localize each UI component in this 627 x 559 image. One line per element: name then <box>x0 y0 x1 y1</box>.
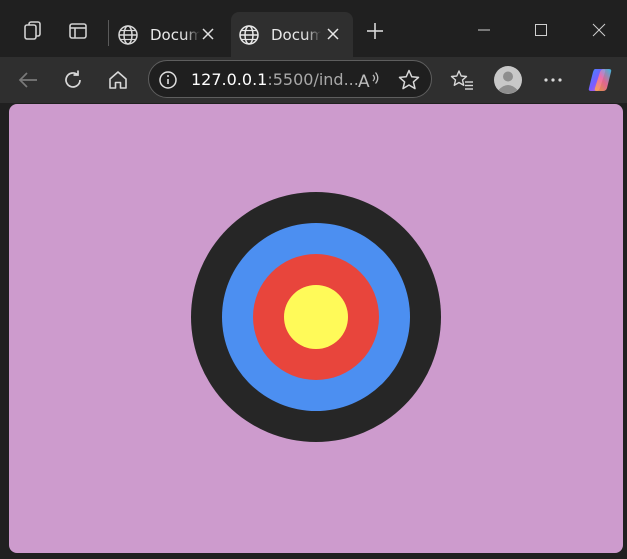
tab-title: Document <box>271 25 321 44</box>
profile-icon[interactable] <box>489 61 527 99</box>
toolbar: 127.0.0.1:5500/ind... A <box>0 57 627 103</box>
maximize-icon[interactable] <box>521 12 561 48</box>
favorites-icon[interactable] <box>443 61 481 99</box>
copilot-icon[interactable] <box>581 61 619 99</box>
tab-document-1[interactable]: Document <box>110 12 228 57</box>
minimize-icon[interactable] <box>464 12 504 48</box>
url-path: :5500/ind... <box>267 70 359 89</box>
page-viewport <box>9 104 623 553</box>
tab-divider <box>108 20 109 46</box>
url-host: 127.0.0.1 <box>191 70 268 89</box>
svg-text:A: A <box>358 72 370 91</box>
close-icon[interactable] <box>323 24 343 44</box>
more-icon[interactable] <box>534 61 572 99</box>
close-window-icon[interactable] <box>579 12 619 48</box>
url-text: 127.0.0.1:5500/ind... <box>191 70 359 89</box>
globe-icon <box>237 23 261 47</box>
star-icon[interactable] <box>397 68 421 92</box>
new-tab-icon[interactable] <box>358 14 392 48</box>
workspaces-icon[interactable] <box>16 14 50 48</box>
close-icon[interactable] <box>198 24 218 44</box>
archery-target <box>191 192 441 442</box>
home-icon[interactable] <box>99 61 137 99</box>
refresh-icon[interactable] <box>54 61 92 99</box>
globe-icon <box>116 23 140 47</box>
tab-title: Document <box>150 25 200 44</box>
tab-strip: Document Document <box>0 0 627 57</box>
browser-window: Document Document <box>0 0 627 559</box>
address-bar[interactable]: 127.0.0.1:5500/ind... A <box>148 60 432 98</box>
read-aloud-icon[interactable]: A <box>357 69 381 91</box>
tab-document-2[interactable]: Document <box>231 12 353 57</box>
target-ring-center <box>284 285 348 349</box>
back-arrow-icon[interactable] <box>9 61 47 99</box>
info-icon[interactable] <box>157 69 179 91</box>
tab-actions-icon[interactable] <box>61 14 95 48</box>
